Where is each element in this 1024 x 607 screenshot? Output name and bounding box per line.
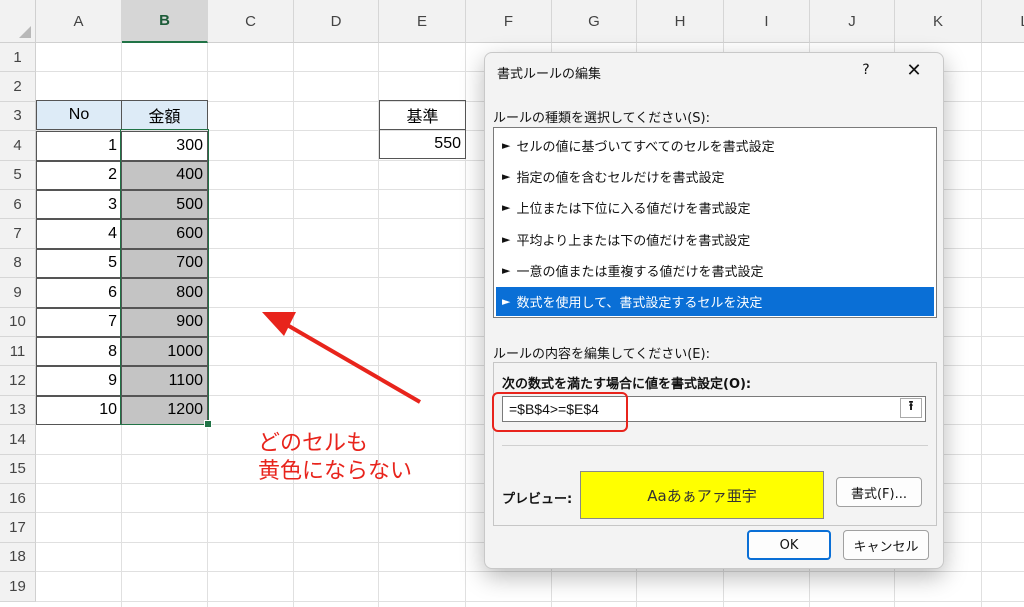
cell-b-amount[interactable]: 300	[121, 131, 208, 161]
rule-type-item[interactable]: ► 上位または下位に入る値だけを書式設定	[496, 193, 934, 222]
arrow-right-icon: ►	[502, 170, 511, 184]
cell-b-amount[interactable]: 1100	[121, 366, 208, 396]
rule-type-label: セルの値に基づいてすべてのセルを書式設定	[516, 140, 775, 155]
divider	[502, 445, 928, 446]
cell-a-no[interactable]: 9	[36, 366, 122, 396]
column-header-k[interactable]: K	[895, 0, 982, 43]
column-header-b[interactable]: B	[122, 0, 208, 43]
formula-label: 次の数式を満たす場合に値を書式設定(O):	[502, 377, 752, 392]
dialog-title: 書式ルールの編集	[497, 67, 602, 82]
close-icon[interactable]: ✕	[901, 57, 927, 83]
rule-type-label: 一意の値または重複する値だけを書式設定	[516, 264, 764, 280]
column-header-d[interactable]: D	[294, 0, 379, 43]
arrow-right-icon: ►	[502, 139, 511, 152]
cell-E4-criterion-value[interactable]: 550	[379, 129, 466, 159]
grid-vline	[981, 43, 982, 607]
cell-b-amount[interactable]: 400	[121, 160, 208, 190]
annotation-line-1: どのセルも	[258, 431, 369, 456]
row-header-15[interactable]: 15	[0, 454, 36, 484]
cell-b-amount[interactable]: 900	[121, 307, 208, 337]
cell-b-amount[interactable]: 500	[121, 190, 208, 220]
row-header-8[interactable]: 8	[0, 248, 36, 279]
collapse-dialog-icon[interactable]: ⭱	[900, 398, 922, 418]
rule-type-item[interactable]: ► 一意の値または重複する値だけを書式設定	[496, 256, 934, 285]
row-header-3[interactable]: 3	[0, 101, 36, 132]
rule-type-list[interactable]: ► セルの値に基づいてすべてのセルを書式設定 ► 指定の値を含むセルだけを書式設定 ► 上…	[493, 127, 937, 318]
cell-a-no[interactable]: 7	[36, 307, 122, 337]
grid-hline	[36, 600, 1024, 602]
cell-a-no[interactable]: 3	[36, 190, 122, 220]
row-header-5[interactable]: 5	[0, 160, 36, 190]
rule-type-item[interactable]: ► セルの値に基づいてすべてのセルを書式設定	[496, 131, 934, 160]
formula-input[interactable]: =$B$4>=$E$4	[502, 396, 926, 422]
annotation-text: どのセルも 黄色にならない	[258, 430, 412, 486]
row-header-14[interactable]: 14	[0, 425, 36, 455]
cell-a-no[interactable]: 10	[36, 395, 122, 426]
column-header-a[interactable]: A	[36, 0, 122, 43]
row-header-17[interactable]: 17	[0, 513, 36, 543]
row-header-11[interactable]: 11	[0, 337, 36, 367]
column-header-f[interactable]: F	[466, 0, 552, 43]
rule-type-label: 指定の値を含むセルだけを書式設定	[516, 171, 725, 187]
fill-handle[interactable]	[204, 420, 212, 428]
column-header-i[interactable]: I	[724, 0, 810, 43]
cell-b-amount[interactable]: 700	[121, 248, 208, 279]
cell-a-no[interactable]: 8	[36, 337, 122, 367]
cell-A3-header-no[interactable]: No	[36, 100, 122, 130]
format-button[interactable]: 書式(F)...	[836, 477, 922, 507]
cell-a-no[interactable]: 6	[36, 278, 122, 308]
cell-a-no[interactable]: 4	[36, 219, 122, 249]
rule-type-item[interactable]: ► 平均より上または下の値だけを書式設定	[496, 225, 934, 254]
arrow-right-icon: ►	[502, 201, 511, 215]
row-header-10[interactable]: 10	[0, 307, 36, 337]
rule-type-label: 上位または下位に入る値だけを書式設定	[516, 202, 751, 218]
cell-b-amount[interactable]: 1200	[121, 395, 208, 426]
grid-hline	[36, 571, 1024, 573]
preview-box: Aaあぁアァ亜宇	[580, 471, 824, 519]
cell-b-amount[interactable]: 1000	[121, 337, 208, 367]
row-header-9[interactable]: 9	[0, 278, 36, 308]
grid-vline	[293, 43, 294, 607]
rule-type-label: 平均より上または下の値だけを書式設定	[516, 233, 751, 249]
cell-a-no[interactable]: 2	[36, 160, 122, 190]
row-header-18[interactable]: 18	[0, 542, 36, 573]
row-header-2[interactable]: 2	[0, 72, 36, 102]
edit-rule-label: ルールの内容を編集してください(E):	[493, 347, 710, 362]
row-header-6[interactable]: 6	[0, 190, 36, 220]
cancel-button[interactable]: キャンセル	[843, 530, 929, 560]
rule-type-item[interactable]: ► 数式を使用して、書式設定するセルを決定	[496, 287, 934, 316]
ok-button[interactable]: OK	[747, 530, 831, 560]
column-header-h[interactable]: H	[637, 0, 724, 43]
cell-B3-header-amount[interactable]: 金額	[121, 100, 208, 130]
arrow-right-icon: ►	[502, 263, 511, 277]
cell-b-amount[interactable]: 800	[121, 278, 208, 308]
edit-formatting-rule-dialog: 書式ルールの編集 ? ✕ ルールの種類を選択してください(S): ► セルの値に基…	[484, 52, 944, 569]
cell-E3-criterion-label[interactable]: 基準	[379, 100, 466, 130]
column-header-e[interactable]: E	[379, 0, 466, 43]
annotation-line-2: 黄色にならない	[258, 459, 413, 484]
row-header-16[interactable]: 16	[0, 484, 36, 514]
column-header-g[interactable]: G	[552, 0, 637, 43]
row-header-1[interactable]: 1	[0, 43, 36, 73]
select-rule-type-label: ルールの種類を選択してください(S):	[493, 111, 710, 126]
column-header-j[interactable]: J	[810, 0, 895, 43]
row-header-19[interactable]: 19	[0, 572, 36, 602]
row-header-7[interactable]: 7	[0, 219, 36, 249]
column-header-c[interactable]: C	[208, 0, 294, 43]
cell-a-no[interactable]: 5	[36, 248, 122, 279]
rule-type-item[interactable]: ► 指定の値を含むセルだけを書式設定	[496, 162, 934, 191]
row-header-13[interactable]: 13	[0, 395, 36, 426]
rule-type-label: 数式を使用して、書式設定するセルを決定	[516, 296, 763, 311]
rule-description-panel: 次の数式を満たす場合に値を書式設定(O): =$B$4>=$E$4 ⭱ プレビュ…	[492, 362, 937, 526]
arrow-right-icon: ►	[502, 295, 511, 308]
cell-b-amount[interactable]: 600	[121, 219, 208, 249]
help-button[interactable]: ?	[853, 57, 879, 83]
row-header-4[interactable]: 4	[0, 131, 36, 161]
cell-a-no[interactable]: 1	[36, 131, 122, 161]
preview-label: プレビュー:	[502, 492, 573, 507]
select-all-corner[interactable]	[0, 0, 36, 43]
arrow-right-icon: ►	[502, 232, 511, 246]
column-header-l[interactable]: L	[982, 0, 1024, 43]
row-header-12[interactable]: 12	[0, 366, 36, 396]
